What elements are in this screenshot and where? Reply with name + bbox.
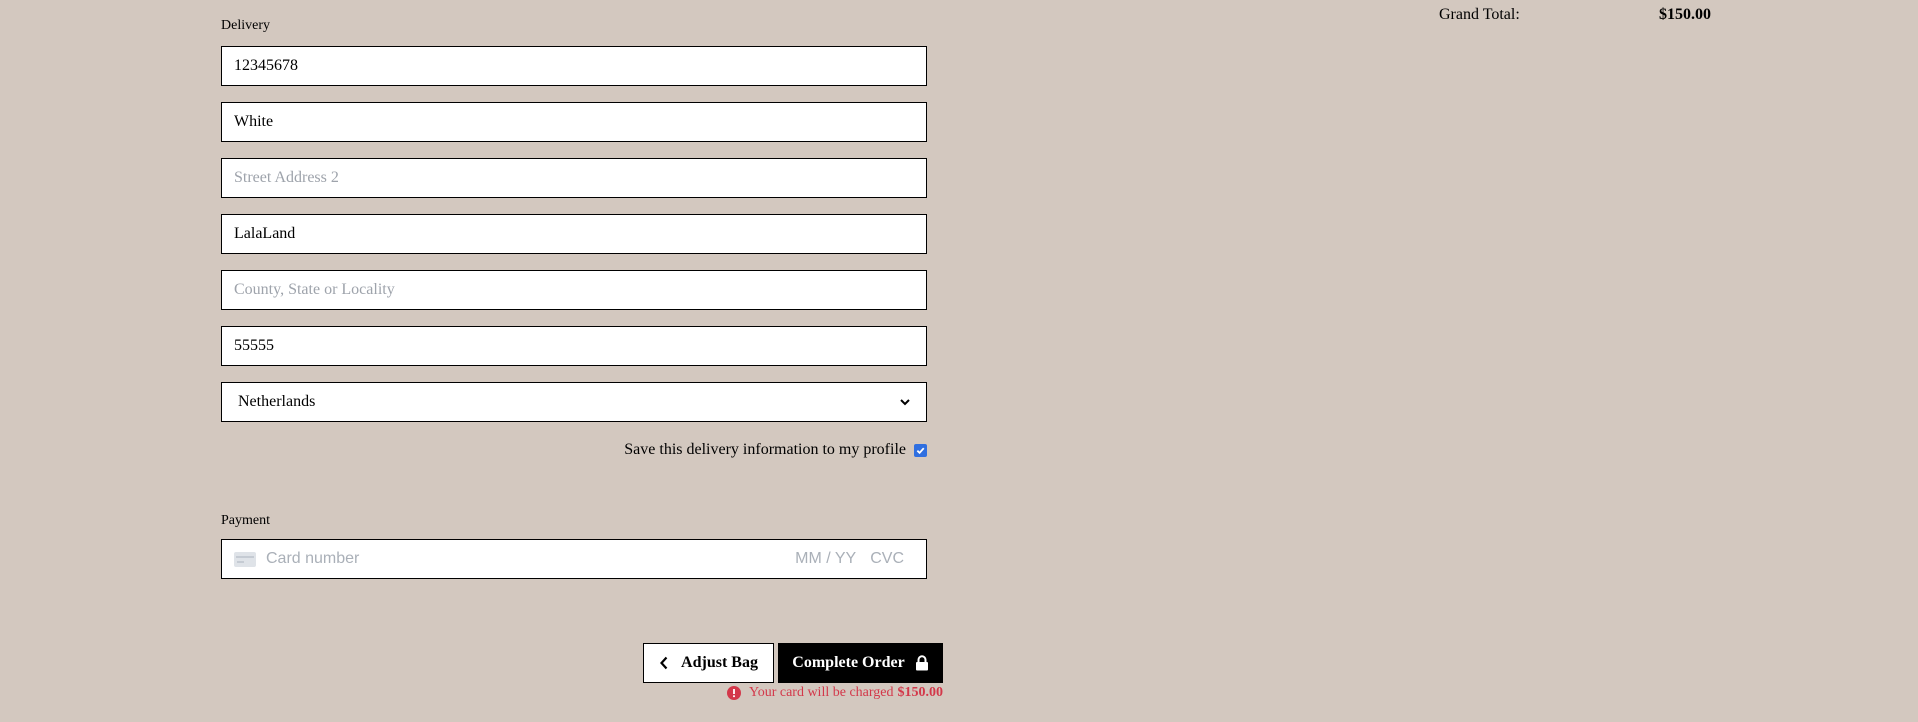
charge-notice-text: Your card will be charged [748, 685, 894, 700]
charge-notice: Your card will be charged $150.00 [726, 685, 944, 701]
adjust-bag-button[interactable]: Adjust Bag [643, 643, 774, 683]
complete-order-label: Complete Order [792, 654, 905, 671]
postcode-field[interactable] [221, 326, 927, 366]
county-state-field[interactable] [221, 270, 927, 310]
save-delivery-label: Save this delivery information to my pro… [624, 441, 906, 458]
phone-number-field[interactable] [221, 46, 927, 86]
country-select-value: Netherlands [238, 393, 316, 410]
grand-total-row: Grand Total: $150.00 [1439, 6, 1711, 24]
checkmark-icon [916, 447, 925, 454]
chevron-left-icon [660, 656, 668, 670]
adjust-bag-label: Adjust Bag [681, 654, 758, 671]
chevron-down-icon [900, 399, 910, 406]
delivery-section-label: Delivery [221, 18, 270, 33]
payment-section-label: Payment [221, 513, 270, 528]
checkout-page: Delivery Netherlands Save this delivery … [0, 0, 1918, 722]
street-address-2-field[interactable] [221, 158, 927, 198]
alert-circle-icon [726, 686, 741, 700]
grand-total-label: Grand Total: [1439, 6, 1520, 23]
grand-total-value: $150.00 [1659, 6, 1711, 23]
town-city-field[interactable] [221, 214, 927, 254]
card-expiry-placeholder[interactable]: MM / YY [795, 550, 856, 568]
credit-card-icon [234, 551, 256, 567]
card-cvc-placeholder[interactable]: CVC [870, 550, 904, 568]
charge-amount: $150.00 [897, 685, 944, 700]
card-input[interactable]: Card number MM / YY CVC [221, 539, 927, 579]
street-address-field[interactable] [221, 102, 927, 142]
country-select[interactable]: Netherlands [221, 382, 927, 422]
lock-icon [915, 655, 928, 671]
save-delivery-checkbox[interactable] [914, 443, 927, 457]
card-number-placeholder[interactable]: Card number [266, 550, 795, 568]
complete-order-button[interactable]: Complete Order [778, 643, 943, 683]
save-delivery-row: Save this delivery information to my pro… [624, 441, 927, 459]
